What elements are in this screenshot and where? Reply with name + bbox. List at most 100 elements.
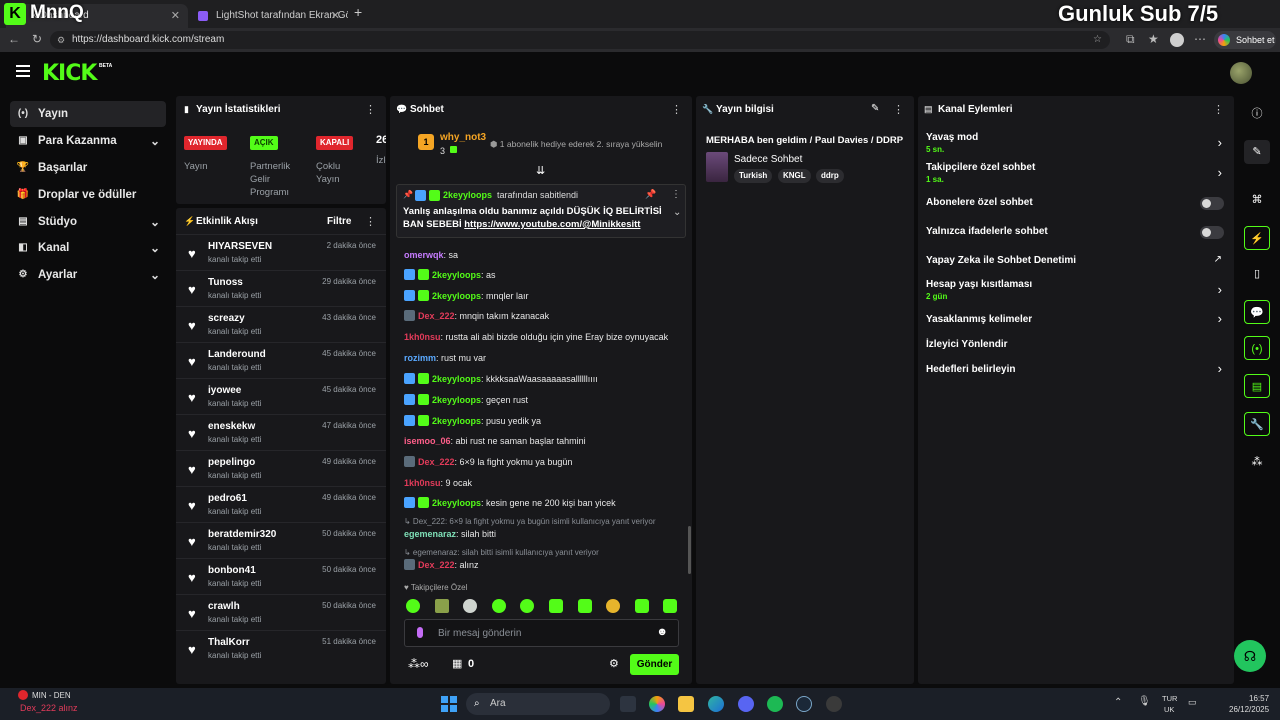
sidebar-item-droplar[interactable]: 🎁 Droplar ve ödüller bbox=[10, 182, 166, 208]
category-thumbnail[interactable] bbox=[706, 152, 728, 182]
more-icon[interactable]: ⋯ bbox=[1194, 32, 1206, 46]
emote-icon[interactable] bbox=[492, 599, 506, 613]
emote-icon[interactable] bbox=[435, 599, 449, 613]
chat-username[interactable]: isemoo_06 bbox=[404, 436, 451, 446]
event-user[interactable]: iyowee bbox=[208, 385, 241, 396]
more-options-icon[interactable]: ⋮ bbox=[671, 189, 681, 200]
screen-capture-icon[interactable]: ⌘ bbox=[1244, 188, 1270, 212]
tag[interactable]: ddrp bbox=[816, 169, 844, 183]
chat-input[interactable]: Bir mesaj gönderin ☻ bbox=[404, 619, 679, 647]
tab-lightshot[interactable]: LightShot tarafından Ekran Görünt ✕ bbox=[190, 4, 348, 28]
file-explorer-icon[interactable] bbox=[678, 696, 694, 712]
close-icon[interactable]: ✕ bbox=[171, 4, 180, 28]
kick-logo[interactable]: KICK bbox=[42, 61, 97, 86]
favorites-icon[interactable]: ★ bbox=[1148, 32, 1159, 46]
new-tab-button[interactable]: + bbox=[354, 4, 362, 20]
event-user[interactable]: beratdemir320 bbox=[208, 529, 276, 540]
close-icon[interactable]: ✕ bbox=[331, 4, 340, 28]
event-user[interactable]: screazy bbox=[208, 313, 245, 324]
points-icon[interactable]: ⁂∞ bbox=[408, 657, 429, 671]
copilot-icon[interactable] bbox=[649, 696, 665, 712]
emote-icon[interactable] bbox=[520, 599, 534, 613]
discord-icon[interactable] bbox=[738, 696, 754, 712]
account-age-row[interactable]: Hesap yaşı kısıtlaması 2 gün › bbox=[918, 279, 1234, 305]
info-icon[interactable]: ⓘ bbox=[1244, 102, 1270, 126]
share-icon[interactable]: ⁂ bbox=[1244, 450, 1270, 474]
more-options-icon[interactable]: ⋮ bbox=[1213, 103, 1224, 116]
microphone-icon[interactable]: 🎙 bbox=[1138, 696, 1151, 707]
broadcast-icon[interactable]: (•) bbox=[1244, 336, 1270, 360]
event-user[interactable]: bonbon41 bbox=[208, 565, 256, 576]
chat-username[interactable]: egemenaraz bbox=[404, 529, 456, 539]
chat-username[interactable]: 1kh0nsu bbox=[404, 478, 441, 488]
chat-username[interactable]: 2keyyloops bbox=[432, 498, 481, 508]
clock-time[interactable]: 16:57 bbox=[1249, 694, 1269, 703]
goals-row[interactable]: Hedefleri belirleyin › bbox=[918, 361, 1234, 380]
document-icon[interactable]: ▯ bbox=[1244, 262, 1270, 286]
taskbar-search[interactable]: ⌕ Ara bbox=[466, 693, 610, 715]
more-options-icon[interactable]: ⋮ bbox=[893, 103, 904, 116]
pin-toggle-icon[interactable]: 📌 bbox=[645, 189, 656, 200]
store-icon[interactable]: ▦ bbox=[452, 657, 462, 670]
bookmark-star-icon[interactable]: ☆ bbox=[1093, 31, 1102, 49]
clock-date[interactable]: 26/12/2025 bbox=[1229, 705, 1269, 714]
address-bar[interactable]: ⚙ https://dashboard.kick.com/stream ☆ bbox=[50, 31, 1110, 49]
edit-icon[interactable]: ✎ bbox=[1244, 140, 1270, 164]
subscribers-only-toggle[interactable] bbox=[1200, 197, 1224, 210]
event-user[interactable]: crawlh bbox=[208, 601, 240, 612]
emote-icon[interactable] bbox=[663, 599, 677, 613]
slow-mode-row[interactable]: Yavaş mod 5 sn. › bbox=[918, 132, 1234, 158]
chat-username[interactable]: 2keyyloops bbox=[432, 395, 481, 405]
menu-icon[interactable] bbox=[16, 65, 30, 77]
raid-row[interactable]: İzleyici Yönlendir bbox=[918, 339, 1234, 355]
emote-icon[interactable] bbox=[606, 599, 620, 613]
sidebar-item-basarilar[interactable]: 🏆 Başarılar bbox=[10, 155, 166, 181]
chat-username[interactable]: 2keyyloops bbox=[432, 270, 481, 280]
emote-icon[interactable] bbox=[549, 599, 563, 613]
event-user[interactable]: Tunoss bbox=[208, 277, 243, 288]
network-icon[interactable]: ▭ bbox=[1188, 697, 1197, 708]
chat-username[interactable]: 1kh0nsu bbox=[404, 332, 441, 342]
chat-username[interactable]: rozimm bbox=[404, 353, 436, 363]
steam-icon[interactable] bbox=[796, 696, 812, 712]
tag[interactable]: Turkish bbox=[734, 169, 773, 183]
ai-moderation-row[interactable]: Yapay Zeka ile Sohbet Denetimi ↗ bbox=[918, 254, 1234, 271]
chat-username[interactable]: 2keyyloops bbox=[432, 291, 481, 301]
chat-username[interactable]: Dex_222 bbox=[418, 311, 455, 321]
chat-username[interactable]: 2keyyloops bbox=[432, 374, 481, 384]
copilot-button[interactable]: Sohbet et bbox=[1214, 31, 1276, 49]
emote-icon[interactable] bbox=[463, 599, 477, 613]
event-user[interactable]: ThalKorr bbox=[208, 637, 250, 648]
pinned-link[interactable]: https://www.youtube.com/@Minikkesitt bbox=[464, 219, 640, 230]
obs-icon[interactable] bbox=[826, 696, 842, 712]
filter-button[interactable]: Filtre bbox=[327, 216, 351, 227]
event-user[interactable]: eneskekw bbox=[208, 421, 255, 432]
sidebar-item-studyo[interactable]: ▤ Stüdyo ⌄ bbox=[10, 209, 166, 235]
lightning-icon[interactable]: ⚡ bbox=[1244, 226, 1270, 250]
support-chat-icon[interactable]: ☊ bbox=[1234, 640, 1266, 672]
back-icon[interactable]: ← bbox=[8, 32, 20, 46]
event-user[interactable]: Landeround bbox=[208, 349, 266, 360]
tag[interactable]: KNGL bbox=[778, 169, 811, 183]
emoji-icon[interactable]: ☻ bbox=[656, 626, 668, 638]
chat-username[interactable]: omerwqk bbox=[404, 250, 444, 260]
microphone-icon[interactable] bbox=[417, 627, 423, 638]
profile-avatar[interactable] bbox=[1170, 33, 1184, 47]
chat-username[interactable]: 2keyyloops bbox=[432, 416, 481, 426]
chevron-up-icon[interactable]: ⌃ bbox=[1114, 697, 1122, 708]
edit-icon[interactable]: ✎ bbox=[871, 103, 879, 114]
more-options-icon[interactable]: ⋮ bbox=[365, 215, 376, 228]
chat-username[interactable]: Dex_222 bbox=[418, 560, 455, 570]
chevron-down-icon[interactable]: ⌄ bbox=[673, 207, 681, 218]
gear-icon[interactable]: ⚙ bbox=[609, 657, 619, 670]
layout-icon[interactable]: ▤ bbox=[1244, 374, 1270, 398]
site-info-icon[interactable]: ⚙ bbox=[57, 31, 65, 49]
emote-icon[interactable] bbox=[406, 599, 420, 613]
send-button[interactable]: Gönder bbox=[630, 654, 679, 675]
gift-user[interactable]: why_not3 bbox=[440, 132, 486, 143]
emote-icon[interactable] bbox=[635, 599, 649, 613]
more-options-icon[interactable]: ⋮ bbox=[365, 103, 376, 116]
category-name[interactable]: Sadece Sohbet bbox=[734, 154, 802, 165]
scroll-down-icon[interactable]: ⇊ bbox=[536, 164, 545, 177]
emote-icon[interactable] bbox=[578, 599, 592, 613]
